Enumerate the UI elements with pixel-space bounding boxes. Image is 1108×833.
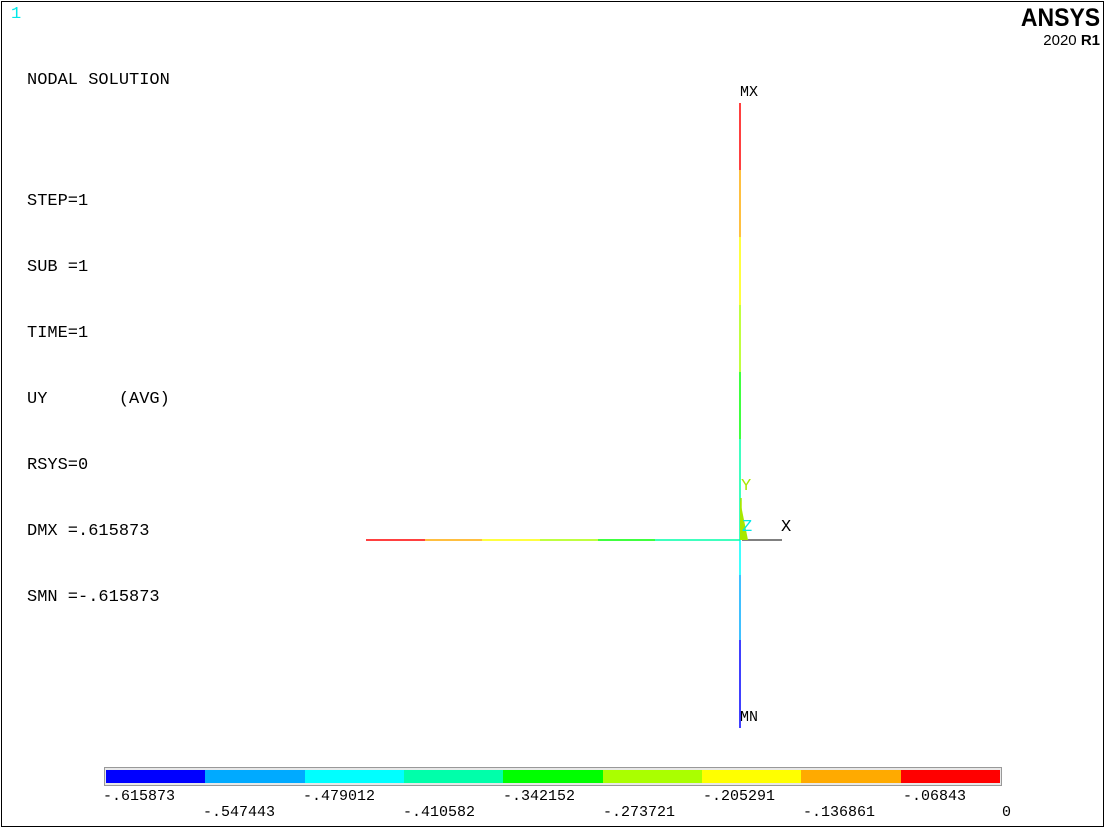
legend-label: -.410582 [403, 804, 476, 821]
legend-label: -.205291 [703, 788, 776, 805]
triad-z-label: Z [742, 518, 753, 537]
legend-swatch [900, 770, 1000, 783]
legend-label: -.136861 [803, 804, 876, 821]
max-label: MX [740, 84, 759, 101]
triad-y-label: Y [741, 477, 752, 496]
legend-label: -.06843 [903, 788, 967, 805]
legend-swatch [701, 770, 802, 783]
triad-x-label: X [781, 518, 792, 537]
legend-swatch [205, 770, 305, 783]
legend-label: -.547443 [203, 804, 276, 821]
legend-swatch [801, 770, 901, 783]
legend-swatch [602, 770, 702, 783]
legend-swatch [106, 770, 206, 783]
legend-swatch [403, 770, 504, 783]
model-plot[interactable] [0, 0, 1108, 833]
min-label: MN [740, 709, 759, 726]
legend-swatch [304, 770, 404, 783]
legend-label: -.342152 [503, 788, 576, 805]
legend-swatch [503, 770, 603, 783]
legend-label: -.273721 [603, 804, 676, 821]
legend-label: 0 [1002, 804, 1012, 821]
legend-label: -.479012 [303, 788, 376, 805]
contour-legend [104, 767, 1002, 786]
legend-label: -.615873 [103, 788, 176, 805]
